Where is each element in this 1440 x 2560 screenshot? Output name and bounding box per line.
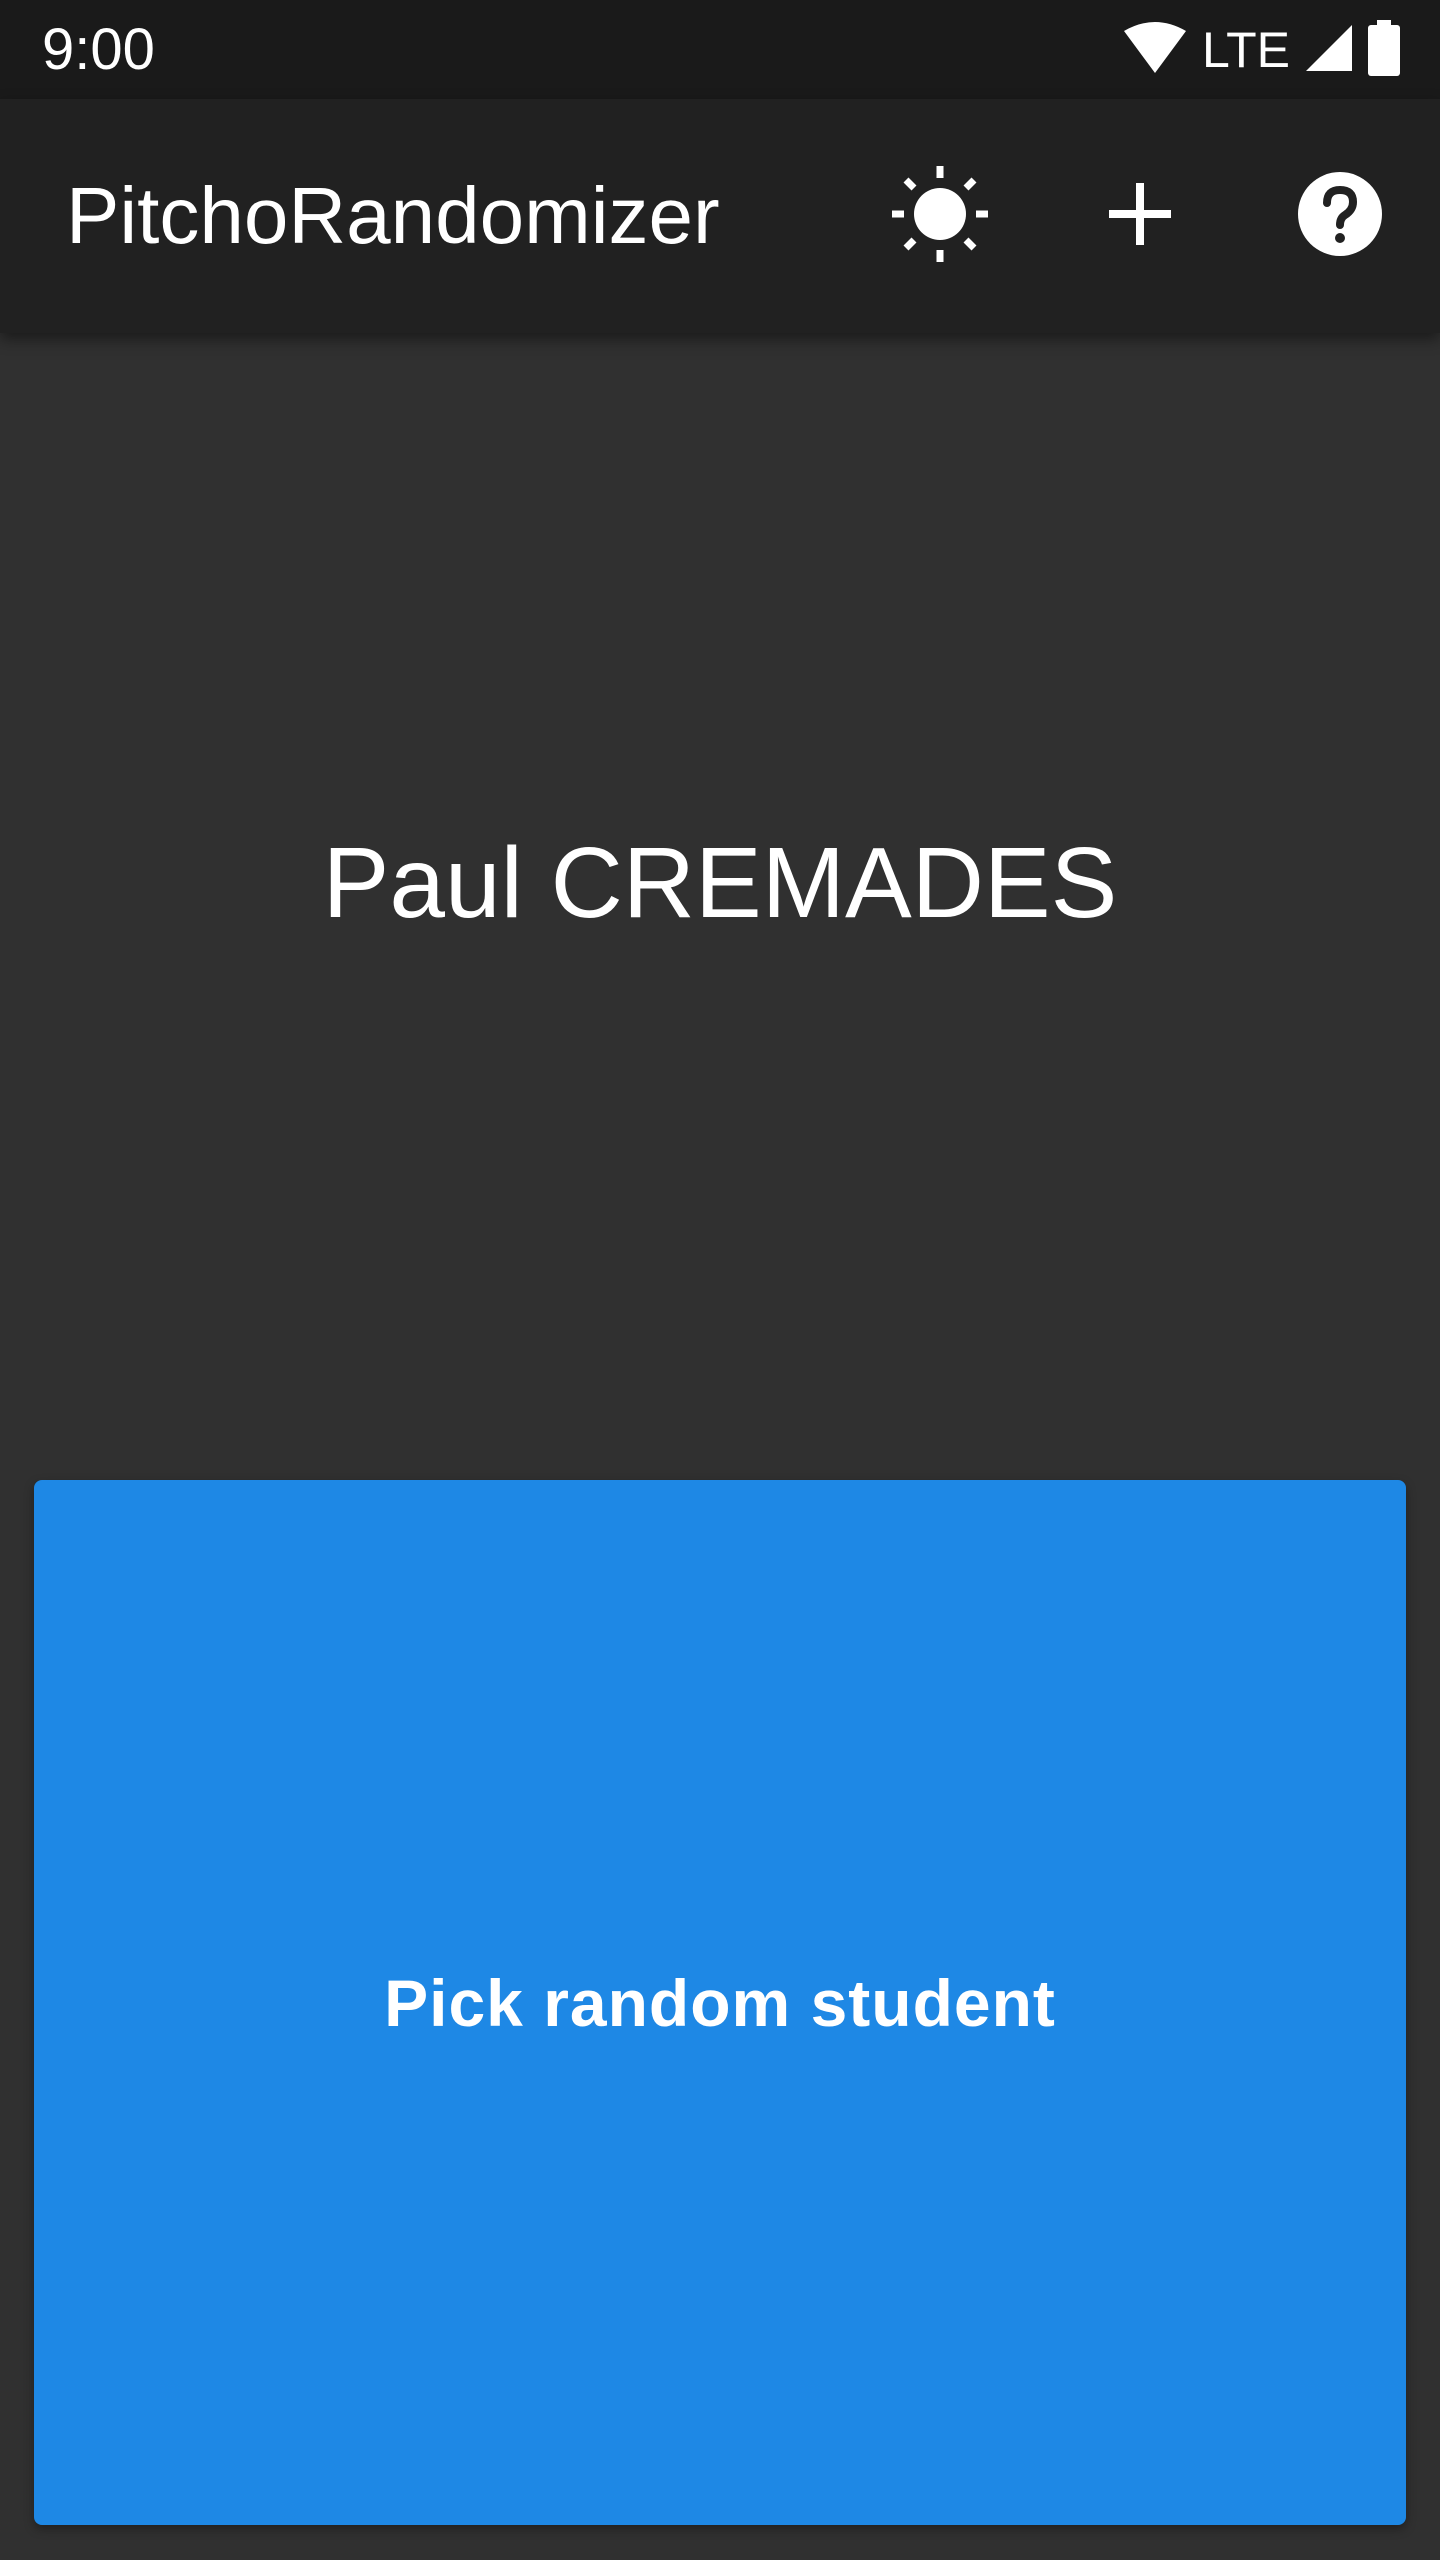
pick-random-student-button[interactable]: Pick random student <box>34 1480 1406 2525</box>
theme-toggle-button[interactable] <box>880 156 1000 276</box>
pick-button-label: Pick random student <box>384 1965 1056 2040</box>
wifi-icon <box>1122 21 1188 80</box>
status-time: 9:00 <box>42 17 155 82</box>
help-button[interactable] <box>1280 156 1400 276</box>
app-title: PitchoRandomizer <box>66 171 720 260</box>
plus-icon <box>1105 179 1175 254</box>
main-content: Paul CREMADES Pick random student <box>0 333 1440 2560</box>
add-button[interactable] <box>1080 156 1200 276</box>
network-type-label: LTE <box>1202 22 1290 78</box>
cell-signal-icon <box>1304 23 1354 78</box>
battery-icon <box>1368 19 1400 81</box>
help-circle-icon <box>1296 170 1384 263</box>
status-bar: 9:00 LTE <box>0 0 1440 99</box>
selected-student-name: Paul CREMADES <box>322 827 1118 939</box>
brightness-icon <box>890 164 990 269</box>
status-icons: LTE <box>1122 18 1400 82</box>
app-bar: PitchoRandomizer <box>0 99 1440 333</box>
